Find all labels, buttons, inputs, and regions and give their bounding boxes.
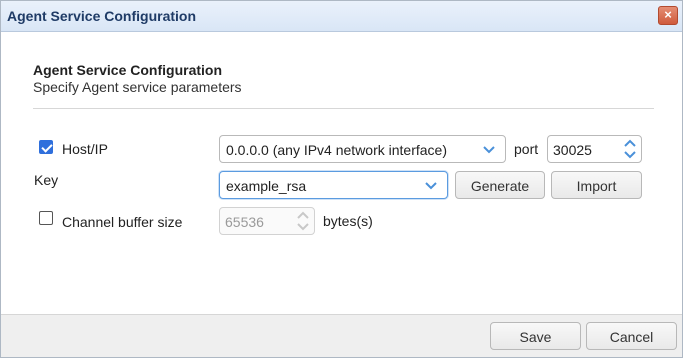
close-button[interactable]: ×	[658, 6, 678, 25]
close-icon: ×	[664, 7, 672, 22]
key-label: Key	[34, 172, 59, 188]
cancel-button[interactable]: Cancel	[586, 322, 677, 350]
channel-buffer-spinner[interactable]: 65536	[219, 207, 315, 235]
chevron-down-icon	[483, 146, 495, 154]
spin-arrows-icon[interactable]	[621, 137, 639, 161]
dialog-footer: Save Cancel	[1, 314, 682, 357]
save-button[interactable]: Save	[490, 322, 581, 350]
channel-buffer-checkbox[interactable]	[39, 211, 53, 225]
channel-buffer-label: Channel buffer size	[62, 214, 183, 230]
chevron-down-icon	[425, 182, 437, 190]
port-spinner[interactable]: 30025	[547, 135, 642, 163]
key-select[interactable]: example_rsa	[219, 171, 448, 199]
port-value: 30025	[553, 142, 592, 158]
host-ip-select-value: 0.0.0.0 (any IPv4 network interface)	[226, 142, 447, 158]
port-label: port	[514, 141, 539, 157]
section-title: Agent Service Configuration	[33, 62, 223, 78]
title-bar[interactable]: Agent Service Configuration ×	[1, 1, 682, 32]
section-divider	[33, 108, 654, 109]
agent-service-dialog: Agent Service Configuration × Agent Serv…	[0, 0, 683, 358]
spin-arrows-icon[interactable]	[294, 209, 312, 233]
import-button[interactable]: Import	[551, 171, 642, 199]
channel-buffer-value: 65536	[225, 214, 264, 230]
window-title: Agent Service Configuration	[7, 8, 197, 24]
generate-button[interactable]: Generate	[455, 171, 545, 199]
key-select-value: example_rsa	[226, 178, 307, 194]
section-subtitle: Specify Agent service parameters	[33, 79, 242, 95]
host-ip-select[interactable]: 0.0.0.0 (any IPv4 network interface)	[219, 135, 506, 163]
host-ip-checkbox[interactable]	[39, 140, 53, 154]
host-ip-label: Host/IP	[62, 141, 108, 157]
channel-buffer-unit: bytes(s)	[323, 213, 373, 229]
